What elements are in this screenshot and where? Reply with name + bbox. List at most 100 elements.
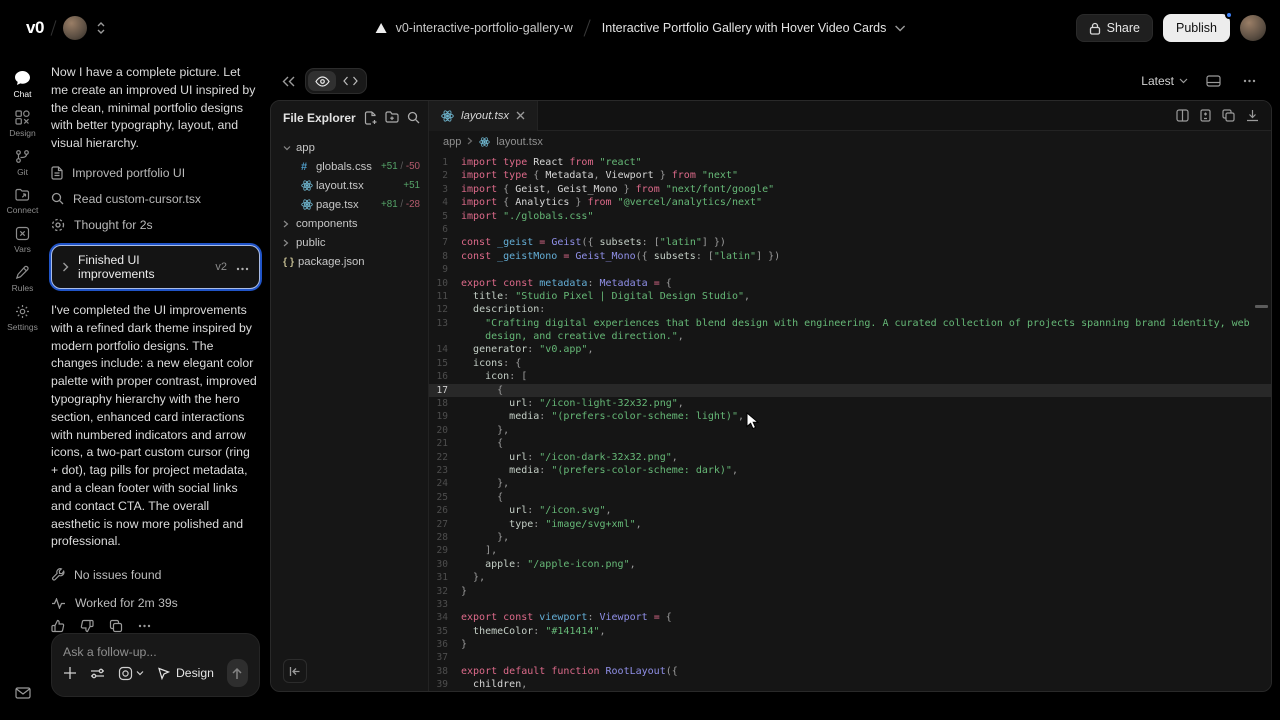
tree-file-package-json[interactable]: { }package.json [283,252,420,271]
user-avatar[interactable] [1240,15,1266,41]
tree-file-page-tsx[interactable]: page.tsx+81 / -28 [283,195,420,214]
code-line[interactable]: 23 media: "(prefers-color-scheme: dark)"… [429,464,1271,477]
code-line[interactable]: 13 "Crafting digital experiences that bl… [429,317,1271,330]
code-line[interactable]: 12 description: [429,303,1271,316]
code-line[interactable]: 11 title: "Studio Pixel | Digital Design… [429,290,1271,303]
code-line[interactable]: 3import { Geist, Geist_Mono } from "next… [429,183,1271,196]
search-files-icon[interactable] [407,111,420,125]
version-card[interactable]: Finished UI improvements v2 [51,245,260,289]
more-actions-icon[interactable] [138,624,151,628]
share-button[interactable]: Share [1076,14,1153,42]
send-button[interactable] [227,659,248,687]
code-line[interactable]: 37 [429,651,1271,664]
code-line[interactable]: 26 url: "/icon.svg", [429,504,1271,517]
task-step[interactable]: Thought for 2s [51,212,260,238]
sidebar-item-settings[interactable]: Settings [0,304,45,332]
task-step[interactable]: Improved portfolio UI [51,160,260,186]
add-attachment-icon[interactable] [63,666,77,680]
thumbs-up-icon[interactable] [51,619,65,633]
code-line[interactable]: 35 themeColor: "#141414", [429,625,1271,638]
copy-file-icon[interactable] [1222,109,1235,122]
code-line[interactable]: 21 { [429,437,1271,450]
chat-composer[interactable]: Ask a follow-up... Design [51,633,260,697]
thumbs-down-icon[interactable] [80,619,94,633]
code-line[interactable]: 10export const metadata: Metadata = { [429,277,1271,290]
code-line[interactable]: 22 url: "/icon-dark-32x32.png", [429,451,1271,464]
code-line[interactable]: 8const _geistMono = Geist_Mono({ subsets… [429,250,1271,263]
chat-title[interactable]: Interactive Portfolio Gallery with Hover… [602,21,887,35]
version-selector[interactable]: Latest [1141,74,1188,88]
code-line[interactable]: 36} [429,638,1271,651]
collapse-chat-icon[interactable] [278,72,299,91]
tree-folder-public[interactable]: public [283,233,420,252]
code-line[interactable]: 7const _geist = Geist({ subsets: ["latin… [429,236,1271,249]
publish-button[interactable]: Publish [1163,14,1230,42]
breadcrumb-file[interactable]: layout.tsx [496,136,542,148]
v0-logo[interactable]: v0 [26,18,44,38]
sidebar-item-connect[interactable]: Connect [0,188,45,215]
code-line[interactable]: 4import { Analytics } from "@vercel/anal… [429,196,1271,209]
composer-input[interactable]: Ask a follow-up... [63,645,248,659]
feedback-mail-icon[interactable] [15,686,31,704]
code-line[interactable]: 15 icons: { [429,357,1271,370]
sidebar-item-git[interactable]: Git [0,149,45,177]
media-source-icon[interactable] [118,666,144,681]
code-line[interactable]: design, and creative direction.", [429,330,1271,343]
team-avatar[interactable] [63,16,87,40]
code-line[interactable]: 39 children, [429,678,1271,691]
download-icon[interactable] [1246,109,1259,122]
copy-icon[interactable] [109,619,123,633]
collapse-explorer-icon[interactable] [283,659,307,683]
code-line[interactable]: 31 }, [429,571,1271,584]
code-line[interactable]: 2import type { Metadata, Viewport } from… [429,169,1271,182]
tree-file-layout-tsx[interactable]: layout.tsx+51 [283,176,420,195]
sidebar-item-rules[interactable]: Rules [0,265,45,293]
code-line[interactable]: 30 apple: "/apple-icon.png", [429,558,1271,571]
code-line[interactable]: 27 type: "image/svg+xml", [429,518,1271,531]
tree-folder-app[interactable]: app [283,138,420,157]
code-line[interactable]: 25 { [429,491,1271,504]
code-line[interactable]: 17 { [429,384,1271,397]
code-content[interactable]: 1import type React from "react"2import t… [429,153,1271,691]
code-toggle[interactable] [336,71,364,91]
chevron-down-icon[interactable] [894,25,905,32]
code-line[interactable]: 19 media: "(prefers-color-scheme: light)… [429,410,1271,423]
code-line[interactable]: 34export const viewport: Viewport = { [429,611,1271,624]
tab-layout-tsx[interactable]: layout.tsx [429,101,538,131]
team-switcher-icon[interactable] [96,21,106,35]
code-line[interactable]: 20 }, [429,424,1271,437]
project-name[interactable]: v0-interactive-portfolio-gallery-w [396,21,573,35]
code-line[interactable]: 16 icon: [ [429,370,1271,383]
new-file-icon[interactable] [364,111,377,125]
tree-folder-components[interactable]: components [283,214,420,233]
code-line[interactable]: 14 generator: "v0.app", [429,343,1271,356]
code-line[interactable]: 29 ], [429,544,1271,557]
tree-file-globals-css[interactable]: #globals.css+51 / -50 [283,157,420,176]
split-editor-icon[interactable] [1176,109,1189,122]
code-line[interactable]: 1import type React from "react" [429,156,1271,169]
code-line[interactable]: 18 url: "/icon-light-32x32.png", [429,397,1271,410]
code-line[interactable]: 24 }, [429,477,1271,490]
task-step[interactable]: Read custom-cursor.tsx [51,186,260,212]
file-diff-icon[interactable] [1200,109,1211,122]
preview-toggle[interactable] [308,71,336,91]
code-line[interactable]: 6 [429,223,1271,236]
code-line[interactable]: 5import "./globals.css" [429,210,1271,223]
panel-more-icon[interactable] [1239,75,1260,87]
console-panel-icon[interactable] [1202,71,1225,91]
new-folder-icon[interactable] [385,111,399,125]
design-mode-button[interactable]: Design [157,666,214,680]
settings-sliders-icon[interactable] [90,667,105,680]
close-tab-icon[interactable] [516,111,525,120]
sidebar-item-design[interactable]: Design [0,110,45,138]
code-line[interactable]: 28 }, [429,531,1271,544]
code-line[interactable]: 9 [429,263,1271,276]
code-line[interactable]: 33 [429,598,1271,611]
scrollbar-thumb[interactable] [1255,305,1268,308]
breadcrumb-folder[interactable]: app [443,136,461,148]
sidebar-item-vars[interactable]: Vars [0,226,45,254]
sidebar-item-chat[interactable]: Chat [0,70,45,99]
more-options-icon[interactable] [236,258,249,276]
code-line[interactable]: 32} [429,585,1271,598]
code-line[interactable]: 38export default function RootLayout({ [429,665,1271,678]
